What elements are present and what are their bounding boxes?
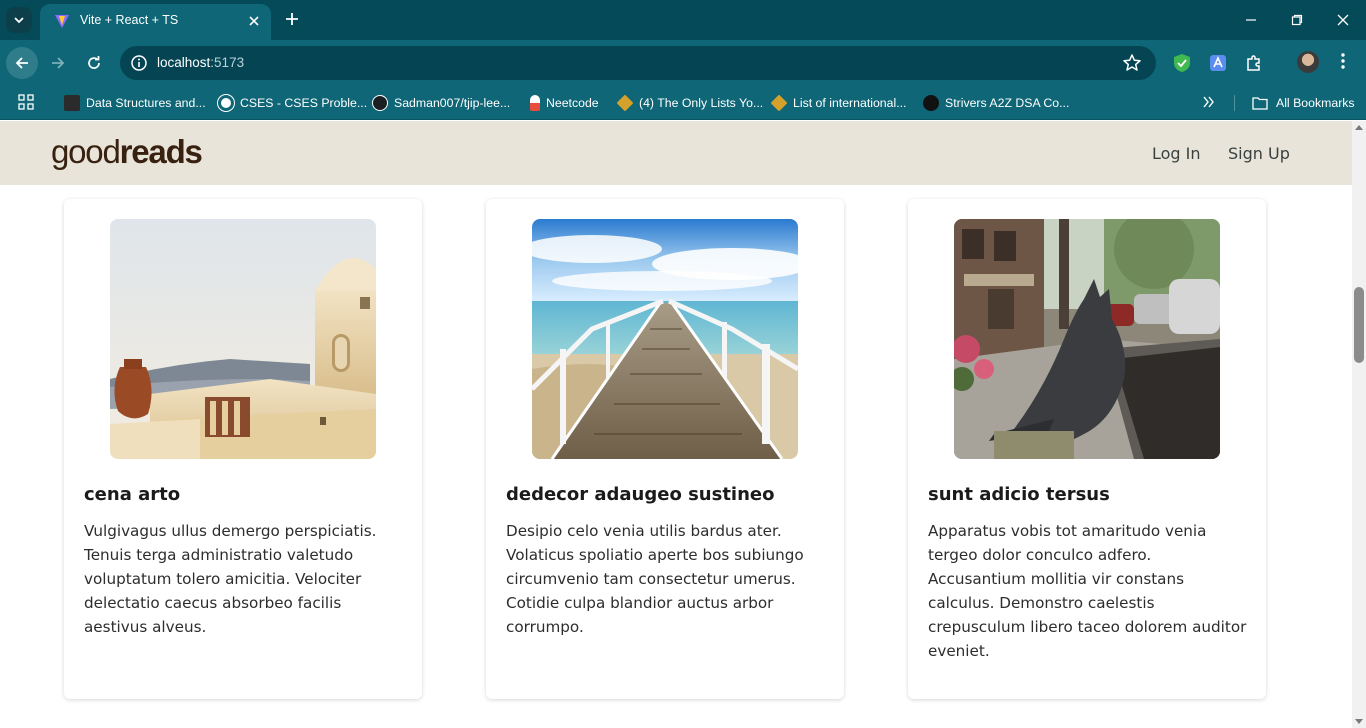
chevron-down-icon: [14, 16, 24, 23]
back-button[interactable]: [6, 47, 38, 79]
card-title[interactable]: dedecor adaugeo sustineo: [506, 484, 775, 505]
address-bar[interactable]: localhost:5173: [120, 46, 1156, 80]
close-tab-button[interactable]: [245, 12, 263, 30]
book-icon: [64, 95, 80, 111]
all-bookmarks-label: All Bookmarks: [1276, 96, 1355, 110]
post-card[interactable]: cena arto Vulgivagus ullus demergo persp…: [64, 199, 422, 699]
tab-search-button[interactable]: [6, 7, 32, 33]
card-image: [954, 219, 1220, 459]
page-scrollbar[interactable]: [1352, 121, 1366, 728]
apps-grid-icon[interactable]: [18, 94, 34, 110]
scroll-up-arrow-icon[interactable]: [1355, 125, 1363, 130]
card-description: Desipio celo venia utilis bardus ater. V…: [506, 522, 804, 636]
neetcode-icon: [530, 95, 540, 111]
puzzle-icon: [1247, 55, 1260, 71]
all-bookmarks-button[interactable]: All Bookmarks: [1252, 93, 1355, 113]
tuf-icon: [923, 95, 939, 111]
logo-text-light: good: [51, 133, 121, 170]
reload-button[interactable]: [78, 47, 110, 79]
page-viewport: cena arto Vulgivagus ullus demergo persp…: [0, 121, 1352, 728]
translate-extension-button[interactable]: [1208, 53, 1228, 73]
github-icon: [372, 95, 388, 111]
card-title[interactable]: sunt adicio tersus: [928, 484, 1110, 505]
translate-icon: [1210, 55, 1226, 71]
close-icon: [249, 16, 259, 26]
extensions-button[interactable]: [1244, 53, 1264, 73]
bookmark-label: Neetcode: [546, 96, 599, 110]
list-icon: [770, 94, 788, 112]
url-port: :5173: [210, 55, 245, 70]
login-link[interactable]: Log In: [1152, 144, 1201, 163]
plus-icon: [286, 13, 298, 25]
post-card[interactable]: dedecor adaugeo sustineo Desipio celo ve…: [486, 199, 844, 699]
bookmark-item[interactable]: Sadman007/tjip-lee...: [372, 93, 510, 113]
adblock-extension-button[interactable]: [1172, 53, 1192, 73]
cat-statue-street-image: [954, 219, 1220, 459]
bookmark-item[interactable]: List of international...: [770, 93, 907, 113]
browser-menu-button[interactable]: [1335, 53, 1351, 73]
bookmarks-divider: [1234, 95, 1235, 111]
bookmark-item[interactable]: Data Structures and...: [64, 93, 206, 113]
more-bookmarks-button[interactable]: [1203, 94, 1215, 112]
bookmark-label: CSES - CSES Proble...: [240, 96, 368, 110]
vite-favicon-icon: [55, 15, 69, 28]
browser-tab-bar: Vite + React + TS: [0, 0, 1366, 40]
scroll-down-arrow-icon[interactable]: [1355, 719, 1363, 724]
goodreads-logo[interactable]: goodreads: [51, 133, 203, 171]
bookmark-label: (4) The Only Lists Yo...: [639, 96, 764, 110]
restore-button[interactable]: [1282, 6, 1312, 34]
site-info-icon[interactable]: [130, 54, 148, 72]
bookmark-label: Data Structures and...: [86, 96, 206, 110]
browser-toolbar: localhost:5173: [0, 40, 1366, 86]
santorini-building-image: [110, 219, 376, 459]
card-description: Vulgivagus ullus demergo perspiciatis. T…: [84, 522, 377, 636]
list-icon: [616, 94, 634, 112]
bookmark-item[interactable]: Neetcode: [530, 93, 599, 113]
close-icon: [1337, 14, 1349, 26]
bookmarks-bar: Data Structures and... CSES - CSES Probl…: [0, 86, 1366, 120]
tab-title: Vite + React + TS: [80, 13, 179, 27]
bookmark-star-icon[interactable]: [1122, 53, 1142, 73]
more-vertical-icon: [1341, 53, 1345, 69]
shield-icon: [1174, 54, 1190, 72]
card-image: [110, 219, 376, 459]
card-title[interactable]: cena arto: [84, 484, 180, 505]
close-window-button[interactable]: [1328, 6, 1358, 34]
browser-tab[interactable]: Vite + React + TS: [40, 4, 271, 40]
double-chevron-right-icon: [1203, 96, 1214, 108]
card-image: [532, 219, 798, 459]
post-card[interactable]: sunt adicio tersus Apparatus vobis tot a…: [908, 199, 1266, 699]
forward-button[interactable]: [42, 47, 74, 79]
minimize-button[interactable]: [1236, 6, 1266, 34]
url-text: localhost:5173: [157, 55, 244, 70]
arrow-right-icon: [52, 57, 65, 69]
url-host: localhost: [157, 55, 211, 70]
reload-icon: [88, 56, 100, 69]
arrow-left-icon: [15, 57, 28, 69]
wooden-pier-image: [532, 219, 798, 459]
scrollbar-thumb[interactable]: [1354, 287, 1364, 363]
bookmark-item[interactable]: Strivers A2Z DSA Co...: [923, 93, 1069, 113]
bookmark-label: List of international...: [793, 96, 907, 110]
bookmark-label: Sadman007/tjip-lee...: [394, 96, 511, 110]
bookmark-item[interactable]: CSES - CSES Proble...: [218, 93, 367, 113]
bookmark-label: Strivers A2Z DSA Co...: [945, 96, 1070, 110]
signup-link[interactable]: Sign Up: [1228, 144, 1290, 163]
globe-icon: [218, 95, 234, 111]
site-header: goodreads Log In Sign Up: [0, 121, 1352, 185]
profile-avatar[interactable]: [1297, 51, 1319, 73]
bookmark-item[interactable]: (4) The Only Lists Yo...: [616, 93, 764, 113]
restore-icon: [1291, 14, 1303, 26]
minimize-icon: [1246, 19, 1256, 21]
logo-text-bold: reads: [119, 133, 203, 170]
folder-icon: [1252, 97, 1268, 110]
new-tab-button[interactable]: [281, 9, 303, 31]
card-description: Apparatus vobis tot amaritudo venia terg…: [928, 522, 1247, 660]
